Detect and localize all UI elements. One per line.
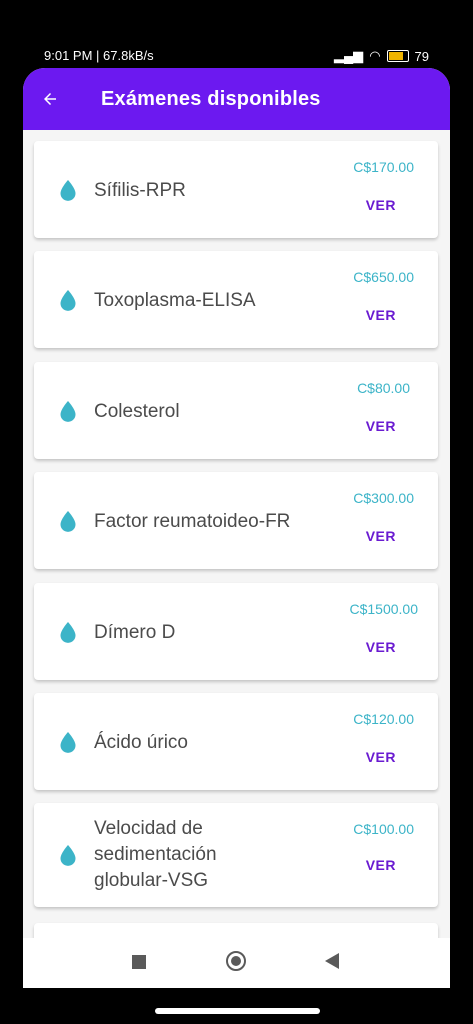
water-drop-icon [60, 622, 76, 643]
home-button[interactable] [226, 951, 246, 971]
exam-name: Toxoplasma-ELISA [94, 290, 256, 311]
view-button[interactable]: VER [366, 197, 396, 213]
exam-name: Sífilis-RPR [94, 180, 186, 201]
view-button[interactable]: VER [366, 307, 396, 323]
water-drop-icon [60, 511, 76, 532]
status-time-network: 9:01 PM | 67.8kB/s [44, 48, 154, 63]
exam-price: C$650.00 [353, 269, 414, 285]
exam-card[interactable]: Ácido úrico C$120.00 VER [34, 693, 438, 790]
view-button[interactable]: VER [366, 418, 396, 434]
view-button[interactable]: VER [366, 749, 396, 765]
view-button[interactable]: VER [366, 528, 396, 544]
water-drop-icon [60, 732, 76, 753]
exam-price: C$300.00 [353, 490, 414, 506]
back-button[interactable] [41, 90, 59, 108]
exam-card[interactable]: Toxoplasma-ELISA C$650.00 VER [34, 251, 438, 348]
wifi-icon: ◠ [369, 48, 381, 63]
view-button[interactable]: VER [366, 857, 396, 873]
battery-icon [386, 50, 409, 62]
exam-price: C$80.00 [357, 380, 410, 396]
exam-name: Velocidad de sedimentación globular-VSG [94, 818, 217, 891]
exam-price: C$120.00 [353, 711, 414, 727]
signal-icon: ▂▄▆ [333, 48, 364, 63]
exam-name: Ácido úrico [94, 732, 188, 753]
circle-icon [226, 951, 246, 971]
status-bar: 9:01 PM | 67.8kB/s ▂▄▆ ◠ 79 [0, 0, 473, 70]
exam-card[interactable]: Velocidad de sedimentación globular-VSG … [34, 803, 438, 907]
exam-card[interactable]: Factor reumatoideo-FR C$300.00 VER [34, 472, 438, 569]
exam-card[interactable]: Sífilis-RPR C$170.00 VER [34, 141, 438, 238]
exam-price: C$1500.00 [349, 601, 418, 617]
exam-card-partial[interactable] [34, 923, 438, 938]
exam-price: C$170.00 [353, 159, 414, 175]
app-screen: Exámenes disponibles Sífilis-RPR C$170.0… [23, 68, 450, 988]
arrow-back-icon [44, 93, 56, 105]
exam-name: Factor reumatoideo-FR [94, 511, 291, 532]
water-drop-icon [60, 180, 76, 201]
exam-price: C$100.00 [353, 821, 414, 837]
system-navigation-bar [23, 938, 450, 988]
back-nav-button[interactable] [325, 953, 339, 974]
triangle-back-icon [325, 953, 339, 969]
exam-list: Sífilis-RPR C$170.00 VER Toxoplasma-ELIS… [23, 130, 450, 938]
gesture-pill [155, 1008, 320, 1014]
water-drop-icon [60, 401, 76, 422]
recent-apps-button[interactable] [132, 955, 146, 969]
exam-name: Colesterol [94, 401, 180, 422]
square-icon [132, 955, 146, 969]
water-drop-icon [60, 845, 76, 866]
exam-card[interactable]: Dímero D C$1500.00 VER [34, 583, 438, 680]
status-icons: ▂▄▆ ◠ 79 [334, 48, 429, 64]
battery-level: 79 [414, 48, 429, 64]
exam-card[interactable]: Colesterol C$80.00 VER [34, 362, 438, 459]
exam-name: Dímero D [94, 622, 176, 643]
app-bar: Exámenes disponibles [23, 68, 450, 130]
water-drop-icon [60, 290, 76, 311]
view-button[interactable]: VER [366, 639, 396, 655]
page-title: Exámenes disponibles [101, 87, 321, 110]
